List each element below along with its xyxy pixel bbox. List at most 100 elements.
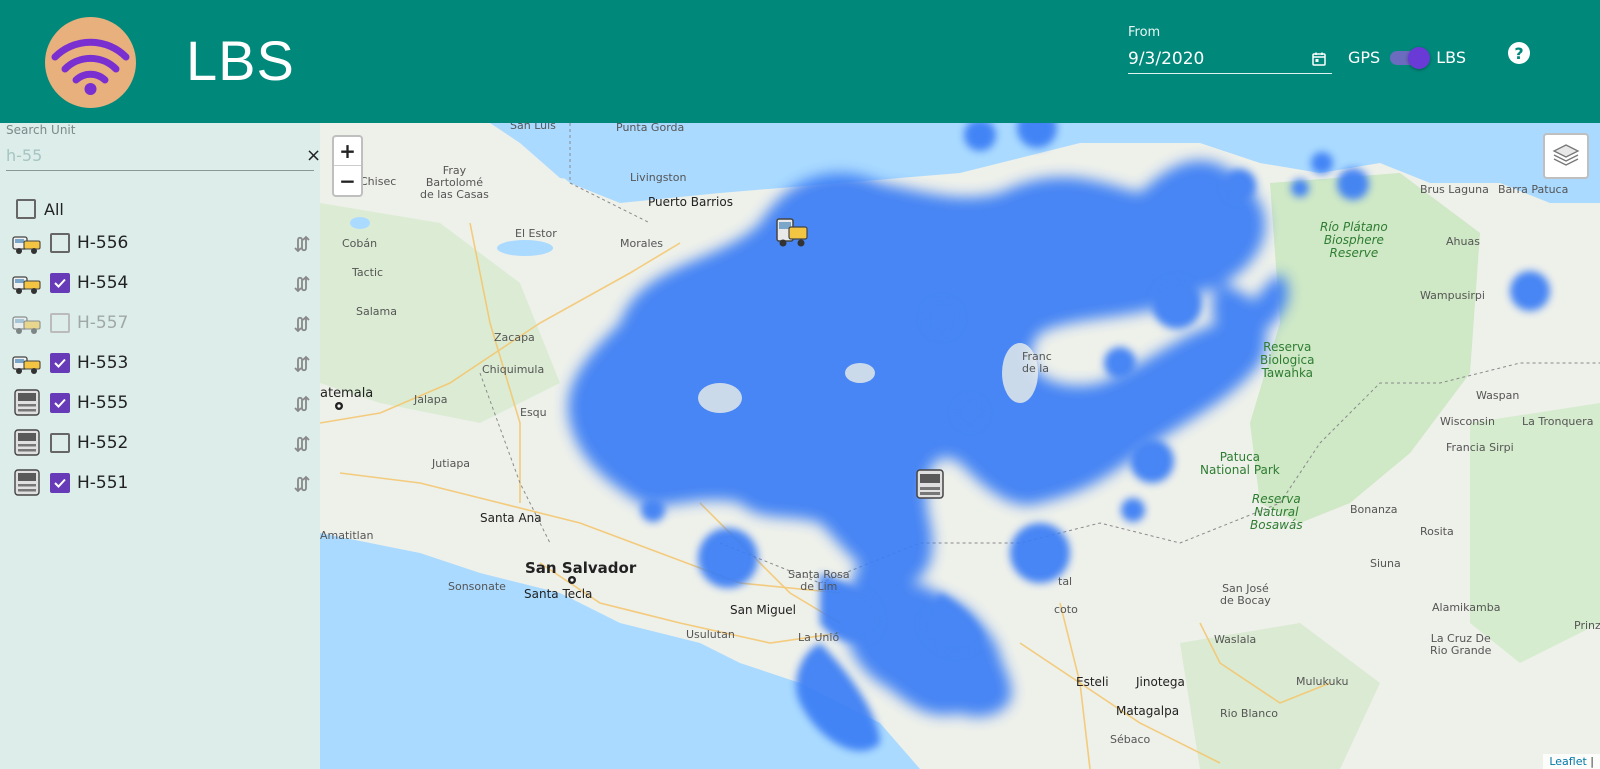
zoom-in-button[interactable]: + <box>334 137 361 166</box>
map-label: La Tronquera <box>1522 415 1594 428</box>
map-label: El Estor <box>515 227 557 240</box>
map-attribution: Leaflet | <box>1543 754 1600 769</box>
capital-marker <box>337 404 341 408</box>
route-icon[interactable] <box>293 434 313 454</box>
unit-row[interactable]: H-554 <box>0 263 320 303</box>
leaflet-link[interactable]: Leaflet <box>1549 755 1586 768</box>
map-label: Prinz <box>1574 619 1600 632</box>
map-label: Santa Tecla <box>524 587 593 601</box>
switch-knob[interactable] <box>1408 46 1431 69</box>
map-label: La Cruz De Rio Grande <box>1430 632 1492 657</box>
map-label: atemala <box>320 386 374 401</box>
map-label: Tactic <box>352 266 384 279</box>
unit-row[interactable]: H-553 <box>0 343 320 383</box>
map-label: Waspan <box>1476 389 1520 402</box>
map-label: Santa Ana <box>480 511 542 525</box>
unit-row[interactable]: H-552 <box>0 423 320 463</box>
map-base[interactable] <box>320 123 1600 769</box>
zoom-out-button[interactable]: − <box>334 166 361 195</box>
unit-checkbox[interactable] <box>50 433 70 453</box>
date-label: From <box>1128 25 1161 40</box>
map-label: Jutiapa <box>432 457 471 470</box>
tow-truck-icon <box>12 309 42 337</box>
truck-marker-front[interactable] <box>912 468 948 502</box>
gps-lbs-switch[interactable] <box>1390 46 1431 69</box>
date-value[interactable]: 9/3/2020 <box>1128 49 1204 69</box>
unit-checkbox[interactable] <box>50 393 70 413</box>
app-logo <box>45 17 136 108</box>
tow-truck-icon <box>12 349 42 377</box>
map-label: Wisconsin <box>1440 415 1495 428</box>
map-label: Reserva Biologica Tawahka <box>1260 340 1315 380</box>
map-label: Salama <box>356 305 397 318</box>
unit-row[interactable]: H-557 <box>0 303 320 343</box>
page-title: LBS <box>186 29 295 92</box>
map-label: Esteli <box>1076 675 1109 689</box>
map-label: Rosita <box>1420 525 1454 538</box>
map-label: Livingston <box>630 171 687 184</box>
map-label: Río Plátano Biosphere Reserve <box>1320 220 1388 260</box>
truck-marker-tow[interactable] <box>775 215 811 249</box>
map-label: San José de Bocay <box>1220 582 1271 607</box>
map-label: Amatitlan <box>320 529 374 542</box>
clear-icon[interactable]: × <box>306 145 321 166</box>
map-view[interactable]: San Luis Punta Gorda Chisec Fray Bartolo… <box>320 123 1600 769</box>
sidebar: Search Unit × All H-556H-554H-557H-553H-… <box>0 123 321 769</box>
route-icon[interactable] <box>293 274 313 294</box>
layers-icon <box>1552 144 1580 166</box>
unit-label: H-554 <box>77 273 129 293</box>
attribution-separator: | <box>1586 755 1594 768</box>
date-field[interactable]: 9/3/2020 <box>1128 44 1332 74</box>
help-icon[interactable]: ? <box>1508 42 1530 64</box>
unit-label: H-552 <box>77 433 129 453</box>
map-label: Alamikamba <box>1432 601 1501 614</box>
unit-checkbox[interactable] <box>50 233 70 253</box>
unit-checkbox[interactable] <box>50 353 70 373</box>
capital-marker <box>570 578 574 582</box>
map-label: Chisec <box>360 175 397 188</box>
map-label: Chiquimula <box>482 363 545 376</box>
lake <box>497 240 553 256</box>
map-label: Rio Blanco <box>1220 707 1279 720</box>
map-label: tal <box>1058 575 1073 588</box>
tow-truck-icon <box>12 269 42 297</box>
unit-checkbox[interactable] <box>50 473 70 493</box>
unit-row[interactable]: H-556 <box>0 223 320 263</box>
unit-label: H-557 <box>77 313 129 333</box>
map-label: Barra Patuca <box>1498 183 1569 196</box>
select-all-row[interactable]: All <box>16 199 64 219</box>
calendar-icon[interactable] <box>1312 52 1326 66</box>
map-label: Fray Bartolomé de las Casas <box>420 164 489 201</box>
unit-checkbox[interactable] <box>50 273 70 293</box>
select-all-checkbox[interactable] <box>16 199 36 219</box>
map-label: Brus Laguna <box>1420 183 1489 196</box>
zoom-control: + − <box>332 135 363 197</box>
truck-front-icon <box>12 389 42 417</box>
truck-front-icon <box>12 429 42 457</box>
map-label: Francia Sirpi <box>1446 441 1514 454</box>
map-label: Jalapa <box>414 393 448 406</box>
map-label: Waslala <box>1214 633 1257 646</box>
map-label: Sébaco <box>1110 733 1151 746</box>
unit-label: H-556 <box>77 233 129 253</box>
unit-row[interactable]: H-551 <box>0 463 320 503</box>
unit-row[interactable]: H-555 <box>0 383 320 423</box>
map-label: San Luis <box>510 123 556 132</box>
map-label: Sonsonate <box>448 580 506 593</box>
route-icon[interactable] <box>293 394 313 414</box>
route-icon[interactable] <box>293 354 313 374</box>
map-label: Franc de la <box>1022 350 1052 375</box>
map-label: Ahuas <box>1446 235 1480 248</box>
layers-button[interactable] <box>1543 133 1589 179</box>
lake <box>350 217 370 229</box>
map-label: San Miguel <box>730 603 797 617</box>
search-input[interactable] <box>6 141 314 171</box>
unit-label: H-553 <box>77 353 129 373</box>
source-toggle[interactable]: GPS LBS <box>1348 46 1466 69</box>
unit-list: H-556 H-554 H-557 H-553 H-555 H-552 H-551 <box>0 223 320 503</box>
route-icon[interactable] <box>293 314 313 334</box>
route-icon[interactable] <box>293 234 313 254</box>
wifi-icon <box>51 38 130 95</box>
date-picker[interactable]: From 9/3/2020 <box>1128 25 1332 74</box>
route-icon[interactable] <box>293 474 313 494</box>
